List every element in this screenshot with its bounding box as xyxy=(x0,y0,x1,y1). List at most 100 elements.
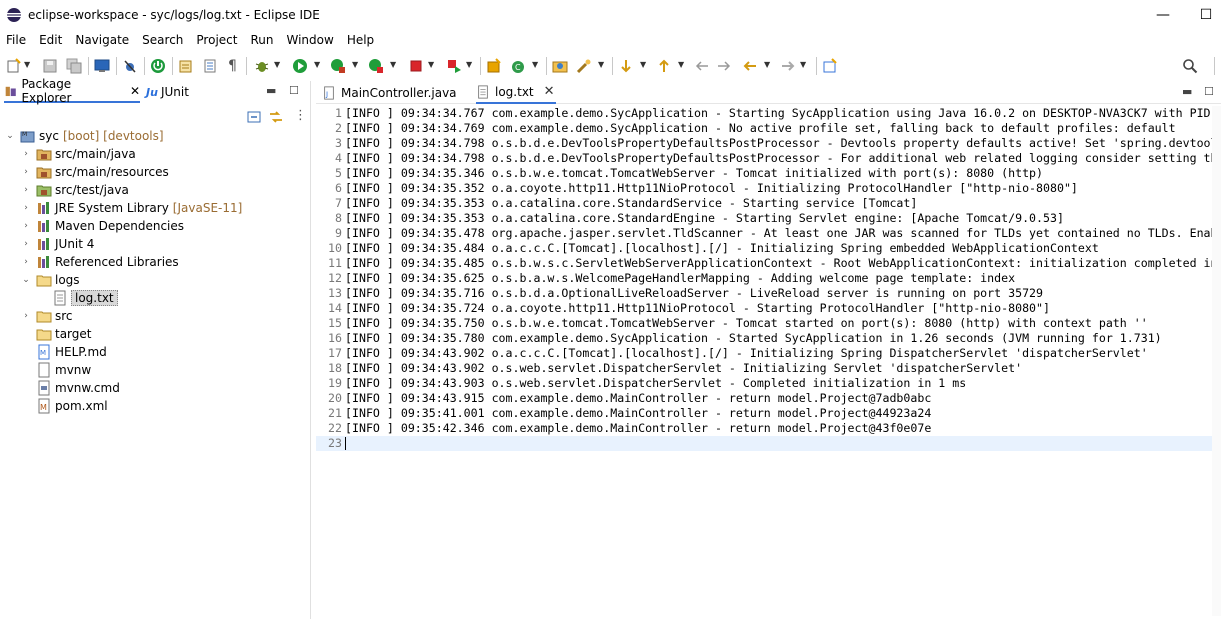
tree-item-log-txt[interactable]: log.txt xyxy=(36,289,118,307)
forward-edit-icon[interactable] xyxy=(716,58,732,74)
next-annotation-icon[interactable] xyxy=(618,58,634,74)
code-line[interactable]: 18 [INFO ] 09:34:43.902 o.s.web.servlet.D… xyxy=(316,361,1221,376)
minimize-editor-icon[interactable]: ▬ xyxy=(1182,85,1192,98)
last-edit-location-icon[interactable] xyxy=(694,58,710,74)
code-line[interactable]: 9 [INFO ] 09:34:35.478 org.apache.jasper.… xyxy=(316,226,1221,241)
menu-help[interactable]: Help xyxy=(341,31,381,51)
minimize-button[interactable]: — xyxy=(1152,4,1174,26)
menu-window[interactable]: Window xyxy=(280,31,340,51)
code-line[interactable]: 14 [INFO ] 09:34:35.724 o.a.coyote.http11… xyxy=(316,301,1221,316)
chevron-right-icon[interactable]: › xyxy=(20,149,32,159)
chevron-down-icon[interactable]: ⌄ xyxy=(4,131,16,141)
stop-icon[interactable] xyxy=(408,58,424,74)
link-with-editor-icon[interactable] xyxy=(268,109,284,125)
new-icon[interactable] xyxy=(6,58,22,74)
run-icon[interactable] xyxy=(292,58,308,74)
maximize-button[interactable]: ☐ xyxy=(1195,4,1217,26)
tree-item-maven-dependencies[interactable]: › Maven Dependencies xyxy=(20,217,184,235)
code-line[interactable]: 5 [INFO ] 09:34:35.346 o.s.b.w.e.tomcat.T… xyxy=(316,166,1221,181)
tree-item-mvnw-cmd[interactable]: mvnw.cmd xyxy=(20,379,120,397)
code-line[interactable]: 17 [INFO ] 09:34:43.902 o.a.c.c.C.[Tomcat… xyxy=(316,346,1221,361)
terminal-icon[interactable] xyxy=(94,58,110,74)
relaunch-dropdown-icon[interactable]: ▼ xyxy=(466,60,472,69)
back-icon[interactable] xyxy=(742,58,758,74)
tree-item-src[interactable]: › src xyxy=(20,307,72,325)
save-all-icon[interactable] xyxy=(66,58,82,74)
new-java-package-icon[interactable] xyxy=(486,58,502,74)
collapse-all-icon[interactable] xyxy=(246,109,262,125)
run-dropdown-icon[interactable]: ▼ xyxy=(314,60,320,69)
search-tool-icon[interactable] xyxy=(576,58,592,74)
chevron-right-icon[interactable]: › xyxy=(20,257,32,267)
maximize-editor-icon[interactable]: ☐ xyxy=(1204,85,1214,98)
chevron-right-icon[interactable]: › xyxy=(20,239,32,249)
open-type-icon[interactable] xyxy=(178,58,194,74)
next-annotation-dropdown-icon[interactable]: ▼ xyxy=(640,60,646,69)
code-line[interactable]: 20 [INFO ] 09:34:43.915 com.example.demo.… xyxy=(316,391,1221,406)
code-line[interactable]: 10 [INFO ] 09:34:35.484 o.a.c.c.C.[Tomcat… xyxy=(316,241,1221,256)
chevron-right-icon[interactable]: › xyxy=(20,221,32,231)
code-line[interactable]: 12 [INFO ] 09:34:35.625 o.s.b.a.w.s.Welco… xyxy=(316,271,1221,286)
stop-dropdown-icon[interactable]: ▼ xyxy=(428,60,434,69)
code-line[interactable]: 2 [INFO ] 09:34:34.769 com.example.demo.S… xyxy=(316,121,1221,136)
menu-search[interactable]: Search xyxy=(136,31,190,51)
chevron-right-icon[interactable]: › xyxy=(20,185,32,195)
open-perspective-icon[interactable] xyxy=(552,58,568,74)
coverage-dropdown-icon[interactable]: ▼ xyxy=(352,60,358,69)
tab-junit[interactable]: Ju JUnit xyxy=(146,81,206,103)
close-icon[interactable]: ✕ xyxy=(130,84,140,98)
maximize-view-icon[interactable]: ☐ xyxy=(289,84,299,97)
tree-item-src-test-java[interactable]: › src/test/java xyxy=(20,181,129,199)
show-whitespace-icon[interactable]: ¶ xyxy=(228,58,244,74)
tree-item-mvnw[interactable]: mvnw xyxy=(20,361,91,379)
code-line[interactable]: 7 [INFO ] 09:34:35.353 o.a.catalina.core.… xyxy=(316,196,1221,211)
new-java-class-icon[interactable]: C xyxy=(510,58,526,74)
coverage-icon[interactable] xyxy=(330,58,346,74)
tab-main-controller-java[interactable]: J MainController.java xyxy=(322,81,474,104)
debug-icon[interactable] xyxy=(254,58,270,74)
log-text-editor[interactable]: 1 [INFO ] 09:34:34.767 com.example.demo.S… xyxy=(316,106,1221,616)
open-task-icon[interactable] xyxy=(202,58,218,74)
tree-item-jre-system-library[interactable]: › JRE System Library [JavaSE-11] xyxy=(20,199,242,217)
menu-navigate[interactable]: Navigate xyxy=(69,31,136,51)
previous-annotation-icon[interactable] xyxy=(656,58,672,74)
menu-edit[interactable]: Edit xyxy=(33,31,69,51)
back-dropdown-icon[interactable]: ▼ xyxy=(764,60,770,69)
tree-item-help-md[interactable]: M HELP.md xyxy=(20,343,107,361)
code-line[interactable]: 21 [INFO ] 09:35:41.001 com.example.demo.… xyxy=(316,406,1221,421)
menu-run[interactable]: Run xyxy=(244,31,280,51)
code-line[interactable]: 8 [INFO ] 09:34:35.353 o.a.catalina.core.… xyxy=(316,211,1221,226)
tree-item-junit4[interactable]: › JUnit 4 xyxy=(20,235,94,253)
new-dropdown-icon[interactable]: ▼ xyxy=(24,60,30,69)
code-line[interactable]: 23 xyxy=(316,436,1221,451)
view-menu-icon[interactable]: ⋮ xyxy=(294,108,310,124)
new-class-dropdown-icon[interactable]: ▼ xyxy=(532,60,538,69)
forward-dropdown-icon[interactable]: ▼ xyxy=(800,60,806,69)
code-line[interactable]: 6 [INFO ] 09:34:35.352 o.a.coyote.http11.… xyxy=(316,181,1221,196)
code-line[interactable]: 4 [INFO ] 09:34:34.798 o.s.b.d.e.DevTools… xyxy=(316,151,1221,166)
tree-item-logs[interactable]: ⌄ logs xyxy=(20,271,79,289)
chevron-right-icon[interactable]: › xyxy=(20,167,32,177)
external-tools-dropdown-icon[interactable]: ▼ xyxy=(390,60,396,69)
pin-editor-icon[interactable] xyxy=(822,58,838,74)
skip-breakpoints-icon[interactable] xyxy=(122,58,138,74)
code-line[interactable]: 1 [INFO ] 09:34:34.767 com.example.demo.S… xyxy=(316,106,1221,121)
forward-icon[interactable] xyxy=(780,58,796,74)
tab-log-txt[interactable]: log.txt ✕ xyxy=(476,81,556,104)
code-line[interactable]: 19 [INFO ] 09:34:43.903 o.s.web.servlet.D… xyxy=(316,376,1221,391)
code-line[interactable]: 3 [INFO ] 09:34:34.798 o.s.b.d.e.DevTools… xyxy=(316,136,1221,151)
spring-boot-icon[interactable] xyxy=(150,58,166,74)
close-icon[interactable]: ✕ xyxy=(544,84,555,99)
tab-package-explorer[interactable]: Package Explorer ✕ xyxy=(4,77,140,105)
save-icon[interactable] xyxy=(42,58,58,74)
tree-item-referenced-libraries[interactable]: › Referenced Libraries xyxy=(20,253,179,271)
debug-dropdown-icon[interactable]: ▼ xyxy=(274,60,280,69)
tree-item-syc[interactable]: ⌄ M syc [boot] [devtools] xyxy=(4,127,163,145)
code-line[interactable]: 22 [INFO ] 09:35:42.346 com.example.demo.… xyxy=(316,421,1221,436)
code-line[interactable]: 13 [INFO ] 09:34:35.716 o.s.b.d.a.Optiona… xyxy=(316,286,1221,301)
relaunch-icon[interactable] xyxy=(446,58,462,74)
menu-project[interactable]: Project xyxy=(190,31,244,51)
code-line[interactable]: 16 [INFO ] 09:34:35.780 com.example.demo.… xyxy=(316,331,1221,346)
chevron-right-icon[interactable]: › xyxy=(20,311,32,321)
external-tools-icon[interactable] xyxy=(368,58,384,74)
